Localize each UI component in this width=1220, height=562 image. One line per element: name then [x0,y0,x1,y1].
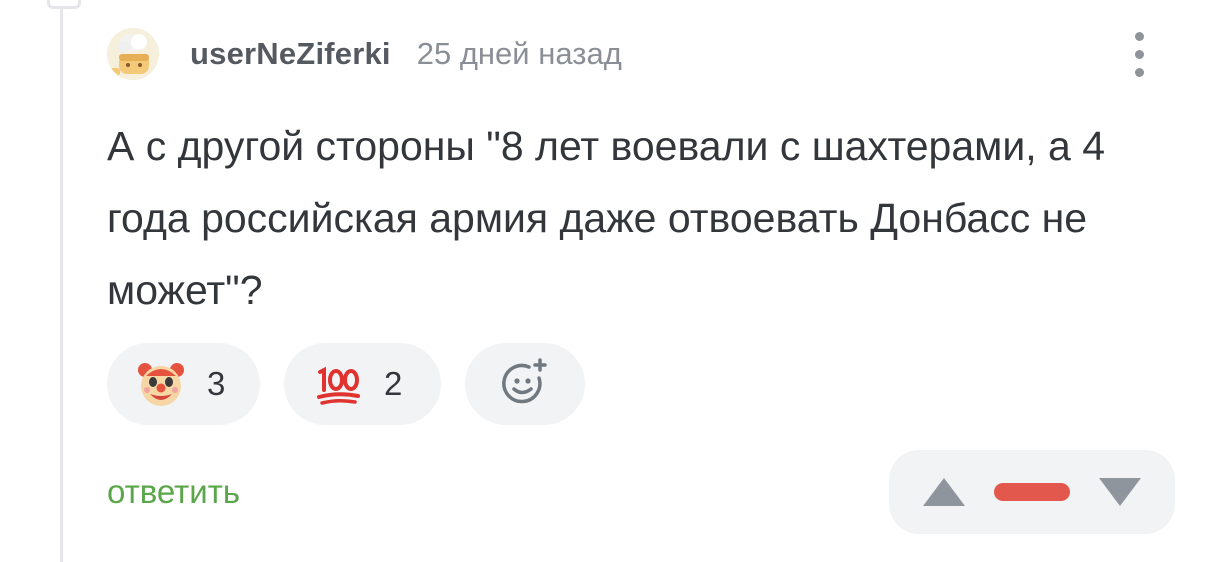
clown-face-icon [138,363,184,406]
dot-1 [1134,31,1144,41]
vote-down-icon[interactable] [1095,472,1145,512]
hundred-points-icon [317,366,360,405]
thread-line [60,0,63,562]
comment-text: А с другой стороны "8 лет воевали с шахт… [107,123,1106,313]
reaction-count: 3 [207,365,226,402]
comment-header: userNeZiferki 25 дней назад [107,26,622,82]
thread-line-end [47,0,81,9]
dot-2 [1134,49,1144,59]
rating-indicator [994,483,1070,501]
add-emoji-icon [502,358,547,404]
more-options-button[interactable] [1117,18,1161,90]
comment: userNeZiferki 25 дней назад А с другой с… [107,18,1187,558]
avatar[interactable] [107,28,159,80]
add-reaction-button[interactable] [465,343,585,425]
reaction-clown[interactable]: 3 [107,343,260,425]
reactions-bar: 3 2 [107,343,585,425]
dot-3 [1134,67,1144,77]
author-name[interactable]: userNeZiferki [190,36,391,72]
reaction-count: 2 [384,365,403,402]
avatar-image [107,28,159,80]
vote-up-icon[interactable] [919,472,969,512]
reply-link[interactable]: ответить [107,473,240,511]
rating-controls [889,450,1175,534]
reaction-hundred[interactable]: 2 [284,343,441,425]
comment-time: 25 дней назад [416,36,622,71]
